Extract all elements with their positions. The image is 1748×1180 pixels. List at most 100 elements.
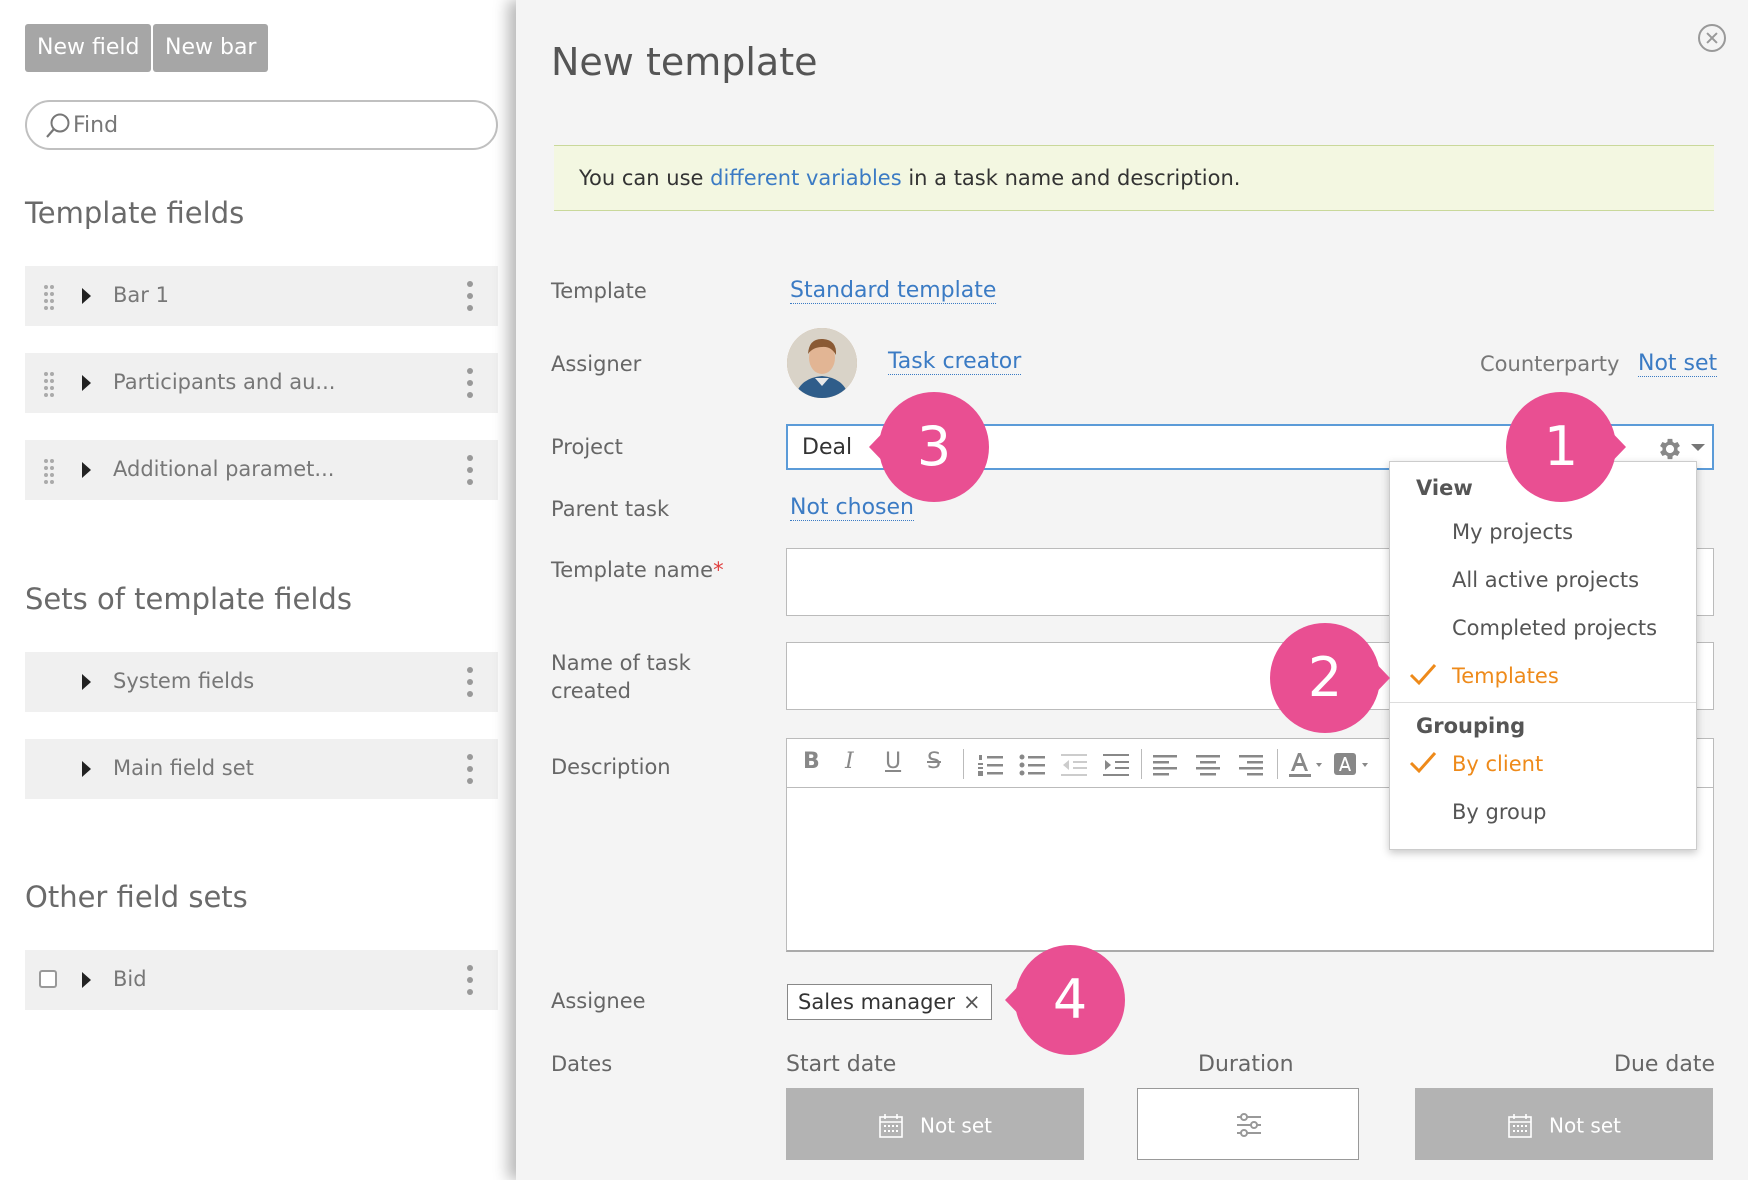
kebab-menu-icon[interactable] [465, 280, 475, 312]
due-date-button[interactable]: Not set [1415, 1088, 1713, 1160]
project-value: Deal [802, 435, 853, 460]
align-center-icon[interactable] [1195, 753, 1221, 777]
expand-caret-icon[interactable] [82, 761, 91, 777]
duration-button[interactable] [1137, 1088, 1359, 1160]
menu-item-templates[interactable]: Templates [1452, 664, 1559, 688]
other-field-sets-title: Other field sets [25, 880, 248, 914]
list-item-label: Additional paramet... [113, 457, 335, 481]
assignee-tag-label: Sales manager [798, 990, 955, 1014]
outdent-icon[interactable] [1061, 753, 1087, 777]
different-variables-link[interactable]: different variables [710, 166, 902, 190]
callout-number: 1 [1543, 415, 1579, 478]
callout-badge-3: 3 [869, 392, 989, 502]
kebab-menu-icon[interactable] [465, 367, 475, 399]
list-item-label: Main field set [113, 756, 254, 780]
description-label: Description [551, 755, 671, 779]
highlight-color-icon[interactable] [1333, 751, 1371, 779]
checkmark-icon [1409, 752, 1437, 774]
search-input[interactable] [73, 108, 473, 142]
drag-handle-icon[interactable] [43, 458, 55, 484]
name-of-task-label-line2: created [551, 679, 631, 703]
search-box [25, 100, 498, 150]
bold-icon[interactable]: B [803, 749, 820, 774]
sets-of-template-fields-title: Sets of template fields [25, 582, 352, 616]
avatar [787, 328, 857, 398]
kebab-menu-icon[interactable] [465, 753, 475, 785]
callout-number: 4 [1052, 968, 1088, 1031]
user-photo-icon [787, 328, 857, 398]
expand-caret-icon[interactable] [82, 288, 91, 304]
menu-item-completed-projects[interactable]: Completed projects [1452, 616, 1657, 640]
close-icon[interactable] [1698, 24, 1726, 52]
list-item[interactable]: System fields [25, 652, 498, 712]
indent-icon[interactable] [1103, 753, 1129, 777]
kebab-menu-icon[interactable] [465, 666, 475, 698]
start-date-header: Start date [786, 1052, 897, 1077]
search-icon [46, 113, 70, 138]
menu-item-my-projects[interactable]: My projects [1452, 520, 1573, 544]
checkmark-icon [1409, 664, 1437, 686]
duration-header: Duration [1198, 1052, 1294, 1077]
remove-tag-icon[interactable]: × [963, 990, 981, 1014]
select-checkbox[interactable] [39, 970, 57, 988]
start-date-value: Not set [920, 1113, 992, 1138]
name-of-task-label: Name of task created [551, 649, 691, 705]
gear-icon[interactable] [1656, 435, 1684, 463]
underline-icon[interactable]: U [885, 749, 901, 774]
list-item[interactable]: Bid [25, 950, 498, 1010]
italic-icon[interactable]: I [845, 749, 854, 774]
template-name-label: Template name* [551, 558, 724, 582]
expand-caret-icon[interactable] [82, 375, 91, 391]
bulleted-list-icon[interactable] [1019, 753, 1045, 777]
kebab-menu-icon[interactable] [465, 964, 475, 996]
new-bar-button[interactable]: New bar [153, 24, 269, 72]
parent-task-label: Parent task [551, 497, 670, 521]
drag-handle-icon[interactable] [43, 284, 55, 310]
template-name-label-text: Template name [551, 558, 714, 582]
counterparty-label: Counterparty [1480, 352, 1620, 376]
menu-item-by-client[interactable]: By client [1452, 752, 1543, 776]
drag-handle-icon[interactable] [43, 371, 55, 397]
sliders-icon [1237, 1113, 1261, 1137]
kebab-menu-icon[interactable] [465, 454, 475, 486]
align-left-icon[interactable] [1153, 753, 1179, 777]
list-item[interactable]: Participants and au... [25, 353, 498, 413]
grouping-header: Grouping [1416, 714, 1526, 738]
field-library-sidebar: New field New bar Template fields Bar 1 … [0, 0, 520, 1180]
callout-badge-1: 1 [1506, 392, 1626, 502]
assignee-tag[interactable]: Sales manager × [787, 984, 992, 1020]
numbered-list-icon[interactable] [977, 753, 1003, 777]
counterparty-select-link[interactable]: Not set [1638, 351, 1718, 377]
assignee-label: Assignee [551, 989, 646, 1013]
callout-number: 2 [1307, 646, 1343, 709]
menu-item-by-group[interactable]: By group [1452, 800, 1547, 824]
assigner-select-link[interactable]: Task creator [888, 349, 1022, 375]
start-date-button[interactable]: Not set [786, 1088, 1084, 1160]
parent-task-select-link[interactable]: Not chosen [790, 495, 914, 521]
calendar-icon [1508, 1113, 1532, 1138]
list-item-label: Bid [113, 967, 147, 991]
text-color-icon[interactable] [1287, 751, 1325, 779]
chevron-down-icon[interactable] [1691, 444, 1705, 451]
template-select-link[interactable]: Standard template [790, 278, 997, 304]
new-field-button[interactable]: New field [25, 24, 152, 72]
list-item[interactable]: Main field set [25, 739, 498, 799]
menu-item-all-active-projects[interactable]: All active projects [1452, 568, 1639, 592]
dates-label: Dates [551, 1052, 613, 1076]
expand-caret-icon[interactable] [82, 972, 91, 988]
expand-caret-icon[interactable] [82, 462, 91, 478]
assigner-label: Assigner [551, 352, 642, 376]
list-item[interactable]: Additional paramet... [25, 440, 498, 500]
align-right-icon[interactable] [1237, 753, 1263, 777]
list-item[interactable]: Bar 1 [25, 266, 498, 326]
project-label: Project [551, 435, 623, 459]
expand-caret-icon[interactable] [82, 674, 91, 690]
notice-text-post: in a task name and description. [901, 166, 1241, 190]
due-date-header: Due date [1614, 1052, 1716, 1077]
callout-badge-2: 2 [1270, 623, 1390, 733]
due-date-value: Not set [1549, 1113, 1621, 1138]
template-label: Template [551, 279, 647, 303]
strikethrough-icon[interactable]: S [927, 749, 941, 774]
list-item-label: Bar 1 [113, 283, 169, 307]
list-item-label: Participants and au... [113, 370, 336, 394]
